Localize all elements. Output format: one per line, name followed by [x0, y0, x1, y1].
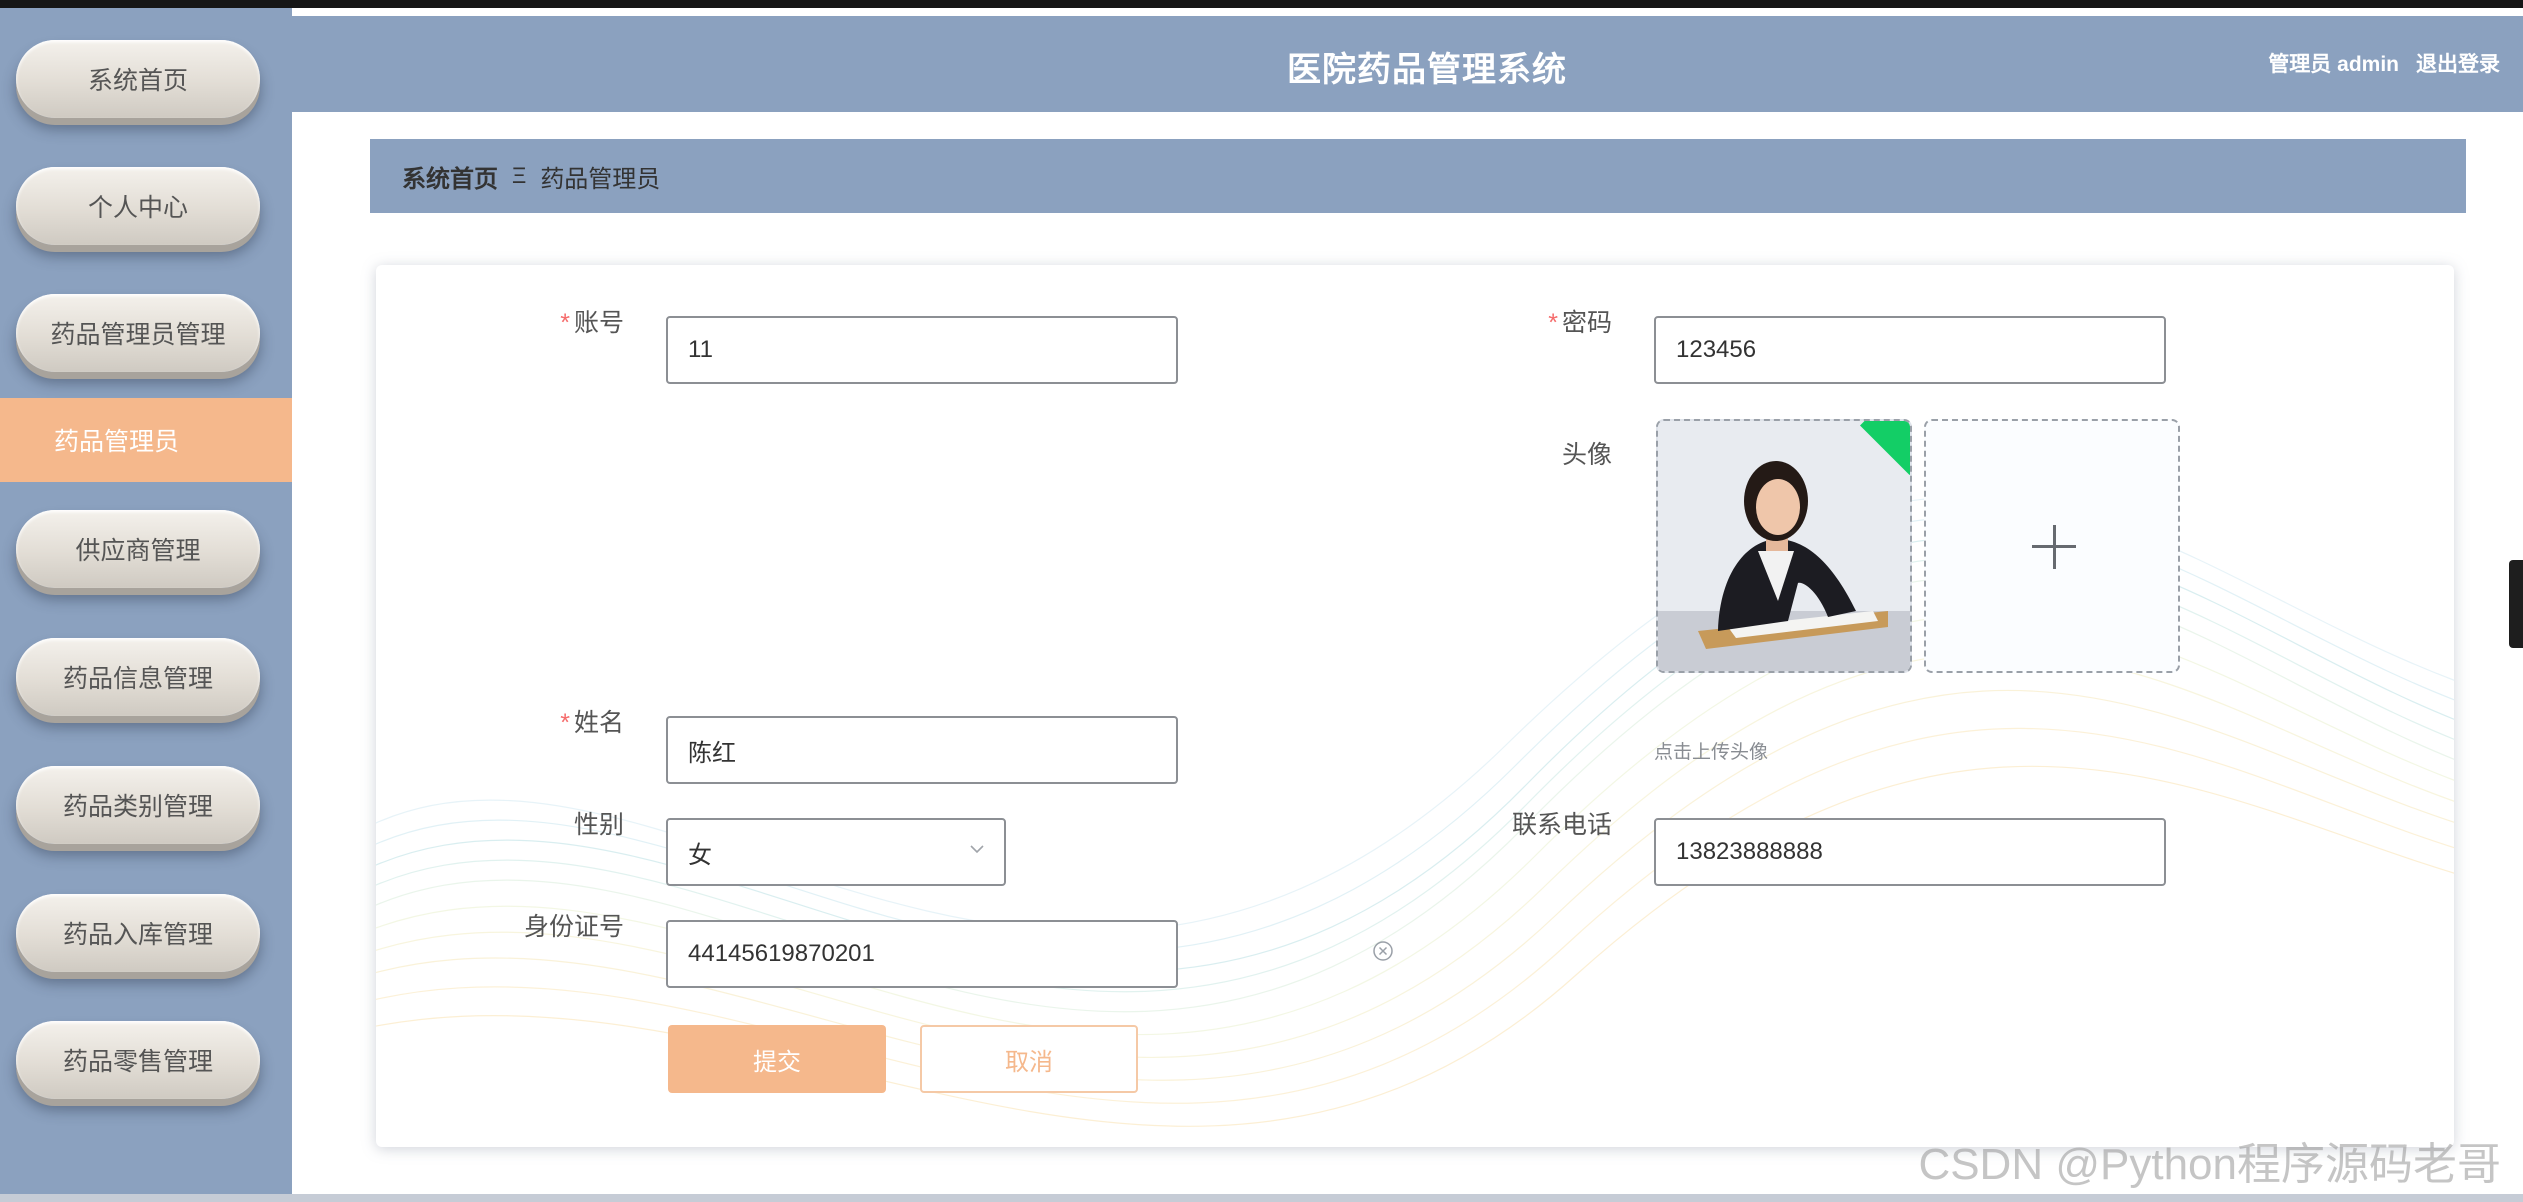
required-mark: *	[560, 309, 570, 337]
current-user-label: 管理员 admin	[2268, 53, 2399, 76]
breadcrumb-home-link[interactable]: 系统首页	[402, 159, 498, 194]
avatar-upload-hint: 点击上传头像	[1654, 742, 1769, 763]
chevron-down-icon	[970, 845, 984, 854]
circle-close-icon[interactable]	[1372, 940, 1394, 962]
password-label-text: 密码	[1561, 309, 1612, 337]
top-header: 医院药品管理系统 管理员 admin 退出登录	[292, 16, 2523, 112]
required-mark: *	[1548, 309, 1558, 337]
avatar-photo	[1658, 421, 1910, 671]
sidebar-item-home[interactable]: 系统首页	[16, 40, 260, 118]
submit-button[interactable]: 提交	[668, 1025, 886, 1093]
avatar-label: 头像	[1561, 441, 1612, 469]
sidebar-item-personal-center[interactable]: 个人中心	[16, 167, 260, 245]
app-title: 医院药品管理系统	[1287, 51, 1567, 89]
gender-select-value: 女	[688, 841, 712, 869]
admin-edit-form: * 账号 11 * 密码 123456 头像 点击上传头像 * 姓名 陈红 性别 女 …	[376, 265, 2454, 1147]
breadcrumb-separator-icon: Ξ	[512, 163, 527, 188]
id-number-label: 身份证号	[523, 913, 624, 941]
sidebar-item-admin-management[interactable]: 药品管理员管理	[16, 294, 260, 372]
phone-input[interactable]: 13823888888	[1654, 818, 2166, 886]
sidebar-item-drug-retail-management[interactable]: 药品零售管理	[16, 1021, 260, 1099]
plus-icon-vertical	[2053, 525, 2056, 569]
name-input[interactable]: 陈红	[666, 716, 1178, 784]
password-label: * 密码	[1372, 303, 1612, 339]
sidebar-item-drug-stock-in-management[interactable]: 药品入库管理	[16, 894, 260, 972]
name-label-text: 姓名	[573, 709, 624, 737]
sidebar-item-drug-category-management[interactable]: 药品类别管理	[16, 766, 260, 844]
name-label: * 姓名	[384, 703, 624, 739]
avatar-upload-button[interactable]	[1924, 419, 2180, 673]
logout-link[interactable]: 退出登录	[2416, 48, 2500, 78]
breadcrumb: 系统首页 Ξ 药品管理员	[370, 139, 2466, 213]
phone-label: 联系电话	[1511, 811, 1612, 839]
required-mark: *	[560, 709, 570, 737]
sidebar: 系统首页 个人中心 药品管理员管理 药品管理员 供应商管理 药品信息管理 药品类…	[0, 8, 292, 1202]
bottom-scrollbar[interactable]	[0, 1194, 2523, 1202]
breadcrumb-current: 药品管理员	[540, 165, 661, 193]
watermark: CSDN @Python程序源码老哥	[1918, 1140, 2501, 1189]
avatar-image[interactable]	[1656, 419, 1912, 673]
password-input[interactable]: 123456	[1654, 316, 2166, 384]
window-top-edge	[0, 0, 2523, 8]
gender-label: 性别	[573, 811, 624, 839]
sidebar-item-drug-admin[interactable]: 药品管理员	[0, 398, 292, 482]
account-label: * 账号	[384, 303, 624, 339]
sidebar-item-drug-info-management[interactable]: 药品信息管理	[16, 638, 260, 716]
id-number-input[interactable]: 44145619870201	[666, 920, 1178, 988]
cancel-button[interactable]: 取消	[920, 1025, 1138, 1093]
background-wave-decoration	[376, 496, 2454, 1127]
gender-select[interactable]: 女	[666, 818, 1006, 886]
account-label-text: 账号	[573, 309, 624, 337]
page-scroll-handle[interactable]	[2509, 560, 2523, 648]
account-input[interactable]: 11	[666, 316, 1178, 384]
sidebar-item-supplier-management[interactable]: 供应商管理	[16, 510, 260, 588]
